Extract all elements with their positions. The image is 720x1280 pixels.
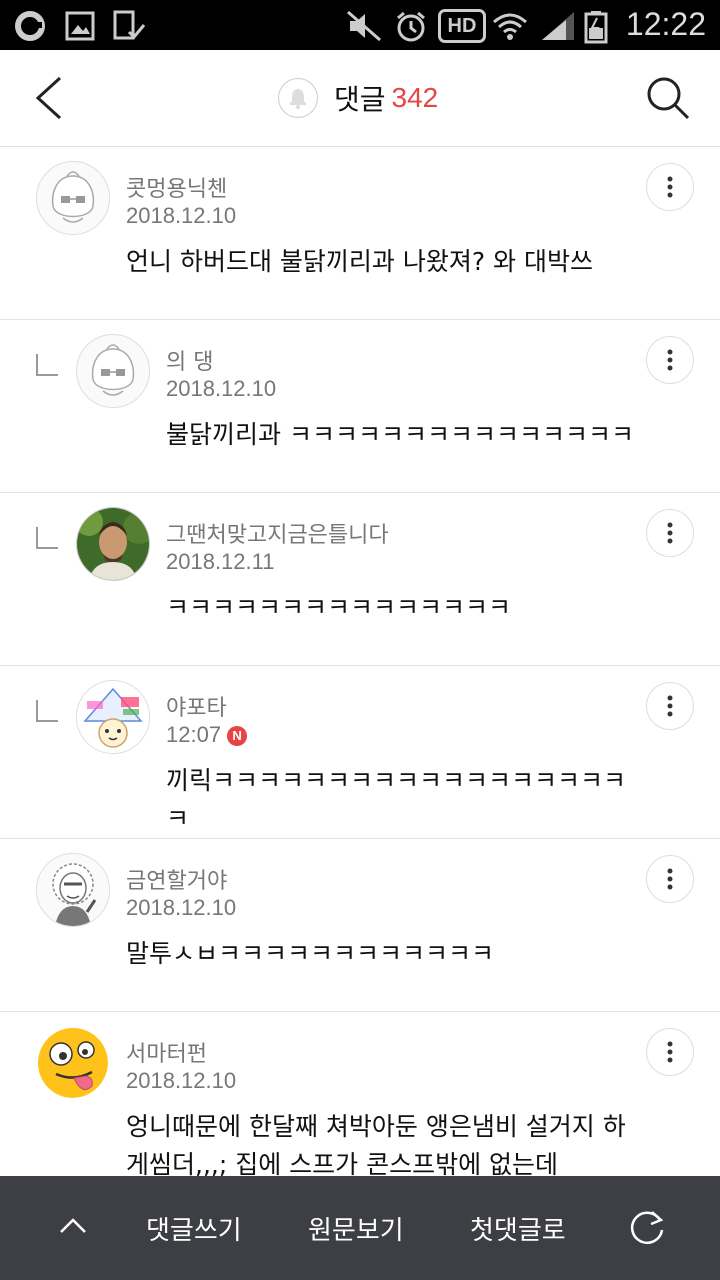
comment-author[interactable]: 야포타 xyxy=(166,690,227,722)
comment-item: 그땐처맞고지금은틀니다 2018.12.11 ㅋㅋㅋㅋㅋㅋㅋㅋㅋㅋㅋㅋㅋㅋㅋ xyxy=(0,493,720,666)
bottom-toolbar: 댓글쓰기 원문보기 첫댓글로 xyxy=(0,1176,720,1280)
reply-indent-icon xyxy=(36,700,58,722)
refresh-icon[interactable] xyxy=(626,1206,668,1248)
comment-date: 12:07 xyxy=(166,722,222,747)
avatar[interactable] xyxy=(36,853,110,927)
wifi-icon xyxy=(493,13,527,40)
image-icon xyxy=(65,11,95,41)
comment-date: 2018.12.10 xyxy=(126,1068,237,1093)
comment-date: 2018.12.10 xyxy=(126,203,237,228)
signal-icon xyxy=(542,12,574,40)
comment-date-row: 12:07 N xyxy=(166,722,248,748)
comment-item: 금연할거야 2018.12.10 말투ㅅㅂㅋㅋㅋㅋㅋㅋㅋㅋㅋㅋㅋㅋ xyxy=(0,839,720,1012)
new-badge: N xyxy=(227,726,248,746)
notification-o-icon xyxy=(15,11,45,41)
chevron-up-icon[interactable] xyxy=(58,1210,88,1240)
comment-text: 불닭끼리과 ㅋㅋㅋㅋㅋㅋㅋㅋㅋㅋㅋㅋㅋㅋㅋ xyxy=(166,420,634,449)
more-options-icon[interactable] xyxy=(646,163,694,211)
comment-author[interactable]: 그땐처맞고지금은틀니다 xyxy=(166,517,389,549)
reply-indent-icon xyxy=(36,527,58,549)
comment-list[interactable]: 콧멍용닉첸 2018.12.10 언니 하버드대 불닭끼리과 나왔져? 와 대박… xyxy=(0,147,720,1176)
comment-count: 342 xyxy=(391,82,439,113)
more-options-icon[interactable] xyxy=(646,509,694,557)
hd-icon: HD xyxy=(438,9,486,43)
comment-item: 야포타 12:07 N 끼릭ㅋㅋㅋㅋㅋㅋㅋㅋㅋㅋㅋㅋㅋㅋㅋㅋㅋㅋㅋ xyxy=(0,666,720,839)
comment-author[interactable]: 금연할거야 xyxy=(126,863,227,895)
comment-date: 2018.12.10 xyxy=(126,895,237,920)
more-options-icon[interactable] xyxy=(646,336,694,384)
more-options-icon[interactable] xyxy=(646,855,694,903)
comment-date: 2018.12.10 xyxy=(166,376,277,401)
comment-author[interactable]: 서마터펀 xyxy=(126,1036,207,1068)
title-label: 댓글 xyxy=(334,83,386,116)
comment-date: 2018.12.11 xyxy=(166,549,275,574)
battery-icon xyxy=(584,11,608,44)
alarm-icon xyxy=(397,11,425,42)
comment-text: ㅋㅋㅋㅋㅋㅋㅋㅋㅋㅋㅋㅋㅋㅋㅋ xyxy=(166,593,512,622)
comment-author[interactable]: 의 댕 xyxy=(166,344,213,376)
comment-item: 콧멍용닉첸 2018.12.10 언니 하버드대 불닭끼리과 나왔져? 와 대박… xyxy=(0,147,720,320)
comment-text: 언니 하버드대 불닭끼리과 나왔져? 와 대박쓰 xyxy=(126,247,594,276)
status-bar: HD 12:22 xyxy=(0,0,720,50)
more-options-icon[interactable] xyxy=(646,1028,694,1076)
avatar[interactable] xyxy=(36,1026,108,1098)
comment-author[interactable]: 콧멍용닉첸 xyxy=(126,171,227,203)
comment-item: 서마터펀 2018.12.10 엉니때문에 한달째 쳐박아둔 앵은냄비 설거지 … xyxy=(0,1012,720,1176)
comment-item: 의 댕 2018.12.10 불닭끼리과 ㅋㅋㅋㅋㅋㅋㅋㅋㅋㅋㅋㅋㅋㅋㅋ xyxy=(0,320,720,493)
avatar[interactable] xyxy=(76,334,150,408)
mute-icon xyxy=(347,10,381,42)
comment-text: 말투ㅅㅂㅋㅋㅋㅋㅋㅋㅋㅋㅋㅋㅋㅋ xyxy=(126,939,495,968)
back-arrow-icon[interactable] xyxy=(30,74,70,122)
first-comment-button[interactable]: 첫댓글로 xyxy=(470,1210,566,1247)
avatar[interactable] xyxy=(36,161,110,235)
comment-text: 엉니때문에 한달째 쳐박아둔 앵은냄비 설거지 하게씸더,,,; 집에 스프가 … xyxy=(126,1112,626,1176)
tablet-check-icon xyxy=(113,10,146,40)
more-options-icon[interactable] xyxy=(646,682,694,730)
app-bar: 댓글 342 xyxy=(0,50,720,147)
avatar[interactable] xyxy=(76,507,150,581)
page-title: 댓글 342 xyxy=(278,76,438,120)
comment-text: 끼릭ㅋㅋㅋㅋㅋㅋㅋㅋㅋㅋㅋㅋㅋㅋㅋㅋㅋㅋㅋ xyxy=(166,766,627,833)
status-time: 12:22 xyxy=(625,6,706,42)
write-comment-button[interactable]: 댓글쓰기 xyxy=(146,1210,242,1247)
bell-icon[interactable] xyxy=(278,78,318,118)
reply-indent-icon xyxy=(36,354,58,376)
avatar[interactable] xyxy=(76,680,150,754)
search-icon[interactable] xyxy=(644,74,692,122)
view-original-button[interactable]: 원문보기 xyxy=(308,1210,404,1247)
